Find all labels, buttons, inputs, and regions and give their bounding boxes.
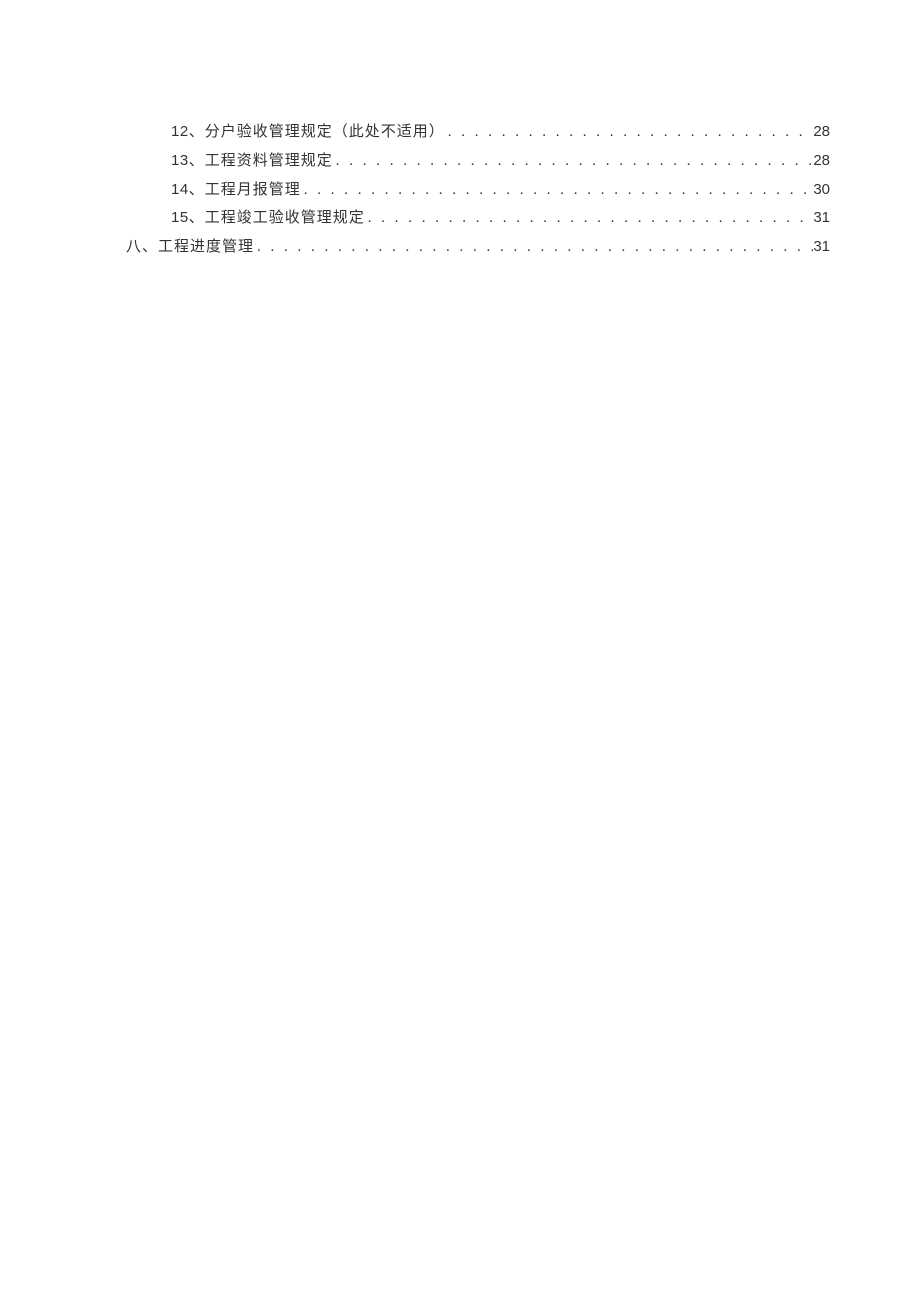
toc-page: 31 — [813, 204, 830, 232]
toc-text: 工程进度管理 — [158, 239, 254, 255]
toc-entry: 12、分户验收管理规定（此处不适用） 28 — [90, 118, 830, 147]
toc-text: 工程月报管理 — [205, 182, 301, 198]
toc-page: 28 — [813, 147, 830, 175]
toc-number: 14 — [171, 181, 189, 198]
toc-leader — [301, 177, 814, 205]
toc-entry: 15、工程竣工验收管理规定 31 — [90, 204, 830, 233]
toc-sep: 、 — [142, 239, 158, 255]
toc-page: 30 — [813, 176, 830, 204]
toc-leader — [445, 119, 814, 147]
toc-leader — [333, 148, 814, 176]
toc-list: 12、分户验收管理规定（此处不适用） 28 13、工程资料管理规定 28 14、… — [90, 118, 830, 262]
toc-entry: 13、工程资料管理规定 28 — [90, 147, 830, 176]
toc-sep: 、 — [189, 182, 205, 198]
toc-title: 15、工程竣工验收管理规定 — [171, 204, 365, 233]
toc-text: 工程资料管理规定 — [205, 153, 333, 169]
toc-sep: 、 — [189, 124, 205, 140]
toc-leader — [254, 234, 813, 262]
toc-title: 14、工程月报管理 — [171, 176, 301, 205]
toc-title: 13、工程资料管理规定 — [171, 147, 333, 176]
toc-number: 13 — [171, 152, 189, 169]
toc-leader — [365, 205, 814, 233]
toc-page: 28 — [813, 118, 830, 146]
toc-number: 八 — [126, 239, 142, 255]
toc-text: 工程竣工验收管理规定 — [205, 210, 365, 226]
toc-title: 12、分户验收管理规定（此处不适用） — [171, 118, 445, 147]
toc-entry: 14、工程月报管理 30 — [90, 176, 830, 205]
toc-text: 分户验收管理规定（此处不适用） — [205, 124, 445, 140]
toc-page: 31 — [813, 233, 830, 261]
toc-title: 八、工程进度管理 — [126, 234, 254, 262]
toc-number: 15 — [171, 209, 189, 226]
toc-sep: 、 — [189, 153, 205, 169]
toc-sep: 、 — [189, 210, 205, 226]
toc-number: 12 — [171, 123, 189, 140]
toc-entry: 八、工程进度管理 31 — [90, 233, 830, 262]
